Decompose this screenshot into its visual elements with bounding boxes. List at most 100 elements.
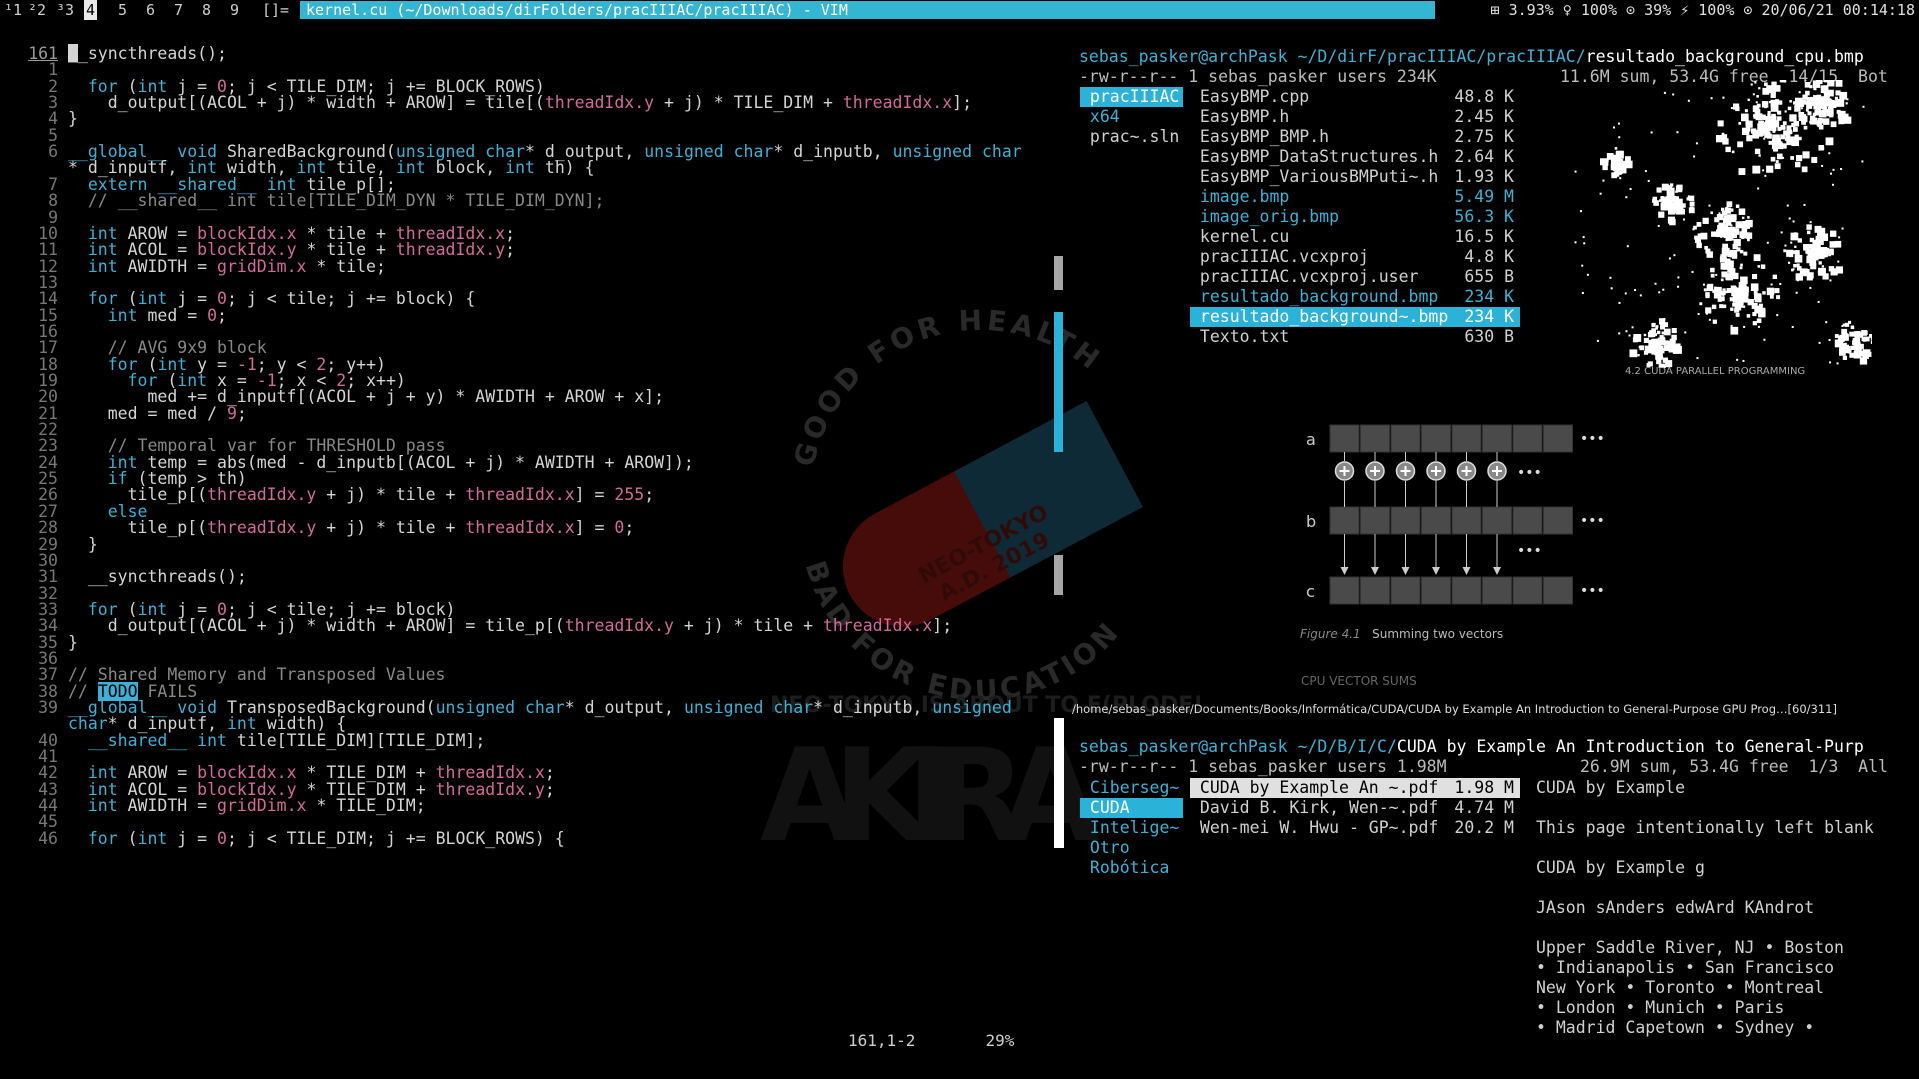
ranger2-parent-item[interactable]: Robótica: [1080, 858, 1183, 878]
bmp-pixel-cluster: [1762, 291, 1766, 295]
bmp-pixel-cluster: [1756, 95, 1759, 98]
bmp-pixel-cluster: [1725, 234, 1733, 241]
bmp-pixel-cluster: [1789, 114, 1797, 122]
ranger1-parent-item[interactable]: pracIIIAC: [1080, 87, 1183, 107]
bmp-pixel-cluster: [1673, 198, 1677, 202]
scroll-percent: 29%: [985, 1031, 1015, 1050]
ranger1-parent-item[interactable]: x64: [1080, 107, 1183, 127]
bmp-pixel-cluster: [1744, 109, 1748, 113]
code-text: tile_p[(threadIdx.y + j) * tile + thread…: [68, 485, 655, 505]
bmp-pixel-cluster: [1784, 244, 1787, 247]
ranger1-file-item[interactable]: EasyBMP_DataStructures.h 2.64 K: [1190, 147, 1520, 167]
ranger1-file-item[interactable]: pracIIIAC.vcxproj.user 655 B: [1190, 267, 1520, 287]
workspace-9[interactable]: 9: [230, 0, 239, 20]
ranger2-parent-item[interactable]: Otro: [1080, 838, 1183, 858]
arrow-ellipsis: •••: [1517, 543, 1542, 559]
ranger2-parent-item[interactable]: Intelige~: [1080, 818, 1183, 838]
ranger2-parent-item[interactable]: CUDA: [1080, 798, 1183, 818]
workspace-4[interactable]: 4: [84, 0, 98, 20]
bmp-pixel-cluster: [1756, 103, 1761, 108]
bmp-pixel-cluster: [1770, 99, 1779, 108]
bmp-pixel-speck: [1766, 241, 1769, 244]
code-text: int AWIDTH = gridDim.x * tile;: [87, 256, 386, 276]
ranger2-user: sebas_pasker@archPask: [1079, 737, 1288, 756]
bmp-pixel-cluster: [1715, 134, 1724, 143]
bmp-pixel-cluster: [1741, 228, 1748, 234]
workspace-6[interactable]: 6: [146, 0, 155, 20]
bmp-pixel-cluster: [1776, 295, 1781, 300]
vector-cell: [1451, 576, 1482, 605]
ranger1-file-item[interactable]: EasyBMP_BMP.h 2.75 K: [1190, 127, 1520, 147]
ranger1-file-name: image.bmp: [1190, 187, 1290, 206]
vector-cell: [1360, 576, 1390, 605]
ranger1-file-item[interactable]: Texto.txt 630 B: [1190, 327, 1520, 347]
workspace-3[interactable]: ³3: [56, 0, 74, 20]
ranger1-file-item[interactable]: resultado_background~.bmp 234 K: [1190, 307, 1520, 327]
workspace-8[interactable]: 8: [202, 0, 211, 20]
ranger1-file-item[interactable]: EasyBMP.h 2.45 K: [1190, 107, 1520, 127]
bmp-pixel-cluster: [1796, 263, 1800, 267]
ranger1-parent-column: pracIIIAC x64 prac~.sln: [1080, 87, 1183, 147]
bmp-pixel-cluster: [1845, 322, 1850, 327]
workspace-10[interactable]: []=: [262, 0, 289, 20]
bmp-pixel-speck: [1741, 171, 1744, 174]
ranger2-file-item[interactable]: Wen-mei W. Hwu - GP~.pdf 20.2 M: [1190, 818, 1520, 838]
ranger1-file: resultado_background_cpu.bmp: [1585, 47, 1864, 66]
vector-cell: [1512, 576, 1543, 605]
pdf-viewer-path: /home/sebas_pasker/Documents/Books/Infor…: [1072, 702, 1837, 716]
bmp-pixel-cluster: [1830, 121, 1837, 128]
workspace-5[interactable]: 5: [118, 0, 127, 20]
bmp-pixel-cluster: [1772, 107, 1777, 112]
bmp-pixel-cluster: [1786, 125, 1792, 131]
ranger1-parent-item[interactable]: prac~.sln: [1080, 127, 1183, 147]
bmp-pixel-cluster: [1818, 104, 1823, 109]
ranger2-file-item[interactable]: David B. Kirk, Wen-~.pdf 4.74 M: [1190, 798, 1520, 818]
bmp-pixel-cluster: [1777, 116, 1782, 121]
bmp-pixel-cluster: [1845, 333, 1848, 336]
bmp-pixel-speck: [1715, 273, 1718, 276]
bmp-pixel-cluster: [1690, 206, 1694, 211]
workspace-2[interactable]: ²2: [28, 0, 46, 20]
bmp-pixel-cluster: [1738, 208, 1746, 215]
ranger1-file-name: resultado_background.bmp: [1190, 287, 1439, 306]
ranger1-file-size: 234 K: [1464, 307, 1514, 326]
bmp-pixel-cluster: [1655, 325, 1659, 328]
bmp-pixel-speck: [1762, 169, 1765, 172]
ranger2-file-item[interactable]: CUDA by Example An ~.pdf 1.98 M: [1190, 778, 1520, 798]
bmp-pixel-cluster: [1803, 99, 1806, 103]
ranger1-file-item[interactable]: EasyBMP_VariousBMPuti~.h 1.93 K: [1190, 167, 1520, 187]
bmp-pixel-cluster: [1638, 345, 1642, 349]
bmp-pixel-cluster: [1722, 294, 1725, 297]
workspace-7[interactable]: 7: [174, 0, 183, 20]
bmp-pixel-speck: [1687, 99, 1690, 102]
ranger1-file-item[interactable]: kernel.cu 16.5 K: [1190, 227, 1520, 247]
bmp-pixel-cluster: [1755, 113, 1763, 121]
ranger2-parent-item[interactable]: Ciberseg~: [1080, 778, 1183, 798]
ranger1-file-item[interactable]: pracIIIAC.vcxproj 4.8 K: [1190, 247, 1520, 267]
workspace-1[interactable]: ¹1: [4, 0, 22, 20]
ranger1-file-item[interactable]: resultado_background.bmp 234 K: [1190, 287, 1520, 307]
vim-editor[interactable]: 161 __syncthreads(); 1 2 for (int j = 0; j …: [0, 44, 1045, 1054]
bmp-pixel-speck: [1846, 98, 1849, 101]
ranger2-header: sebas_pasker@archPask ~/D/B/I/C/CUDA by …: [1079, 737, 1864, 756]
ranger1-file-item[interactable]: EasyBMP.cpp 48.8 K: [1190, 87, 1520, 107]
code-text: tile_p[(threadIdx.y + j) * tile + thread…: [68, 518, 635, 538]
bmp-pixel-cluster: [1612, 160, 1615, 164]
code-text: d_output[(ACOL + j) * width + AROW] = ti…: [68, 616, 953, 636]
bmp-pixel-cluster: [1731, 290, 1738, 297]
ranger1-header: sebas_pasker@archPask ~/D/dirF/pracIIIAC…: [1079, 47, 1864, 66]
ranger2-parent-name: Robótica: [1080, 858, 1170, 877]
ranger1-file-item[interactable]: image_orig.bmp 56.3 K: [1190, 207, 1520, 227]
bmp-pixel-speck: [1776, 314, 1779, 317]
bmp-pixel-cluster: [1772, 138, 1780, 147]
bmp-pixel-cluster: [1656, 330, 1661, 335]
bmp-pixel-cluster: [1689, 201, 1695, 207]
bmp-pixel-speck: [1790, 241, 1793, 244]
bmp-pixel-speck: [1736, 358, 1739, 361]
bmp-pixel-speck: [1574, 241, 1577, 244]
ranger2-parent-name: Otro: [1080, 838, 1130, 857]
bmp-pixel-cluster: [1789, 131, 1793, 134]
arrow-head-icon: [1432, 567, 1440, 575]
ranger1-file-item[interactable]: image.bmp 5.49 M: [1190, 187, 1520, 207]
bmp-pixel-cluster: [1752, 165, 1761, 174]
